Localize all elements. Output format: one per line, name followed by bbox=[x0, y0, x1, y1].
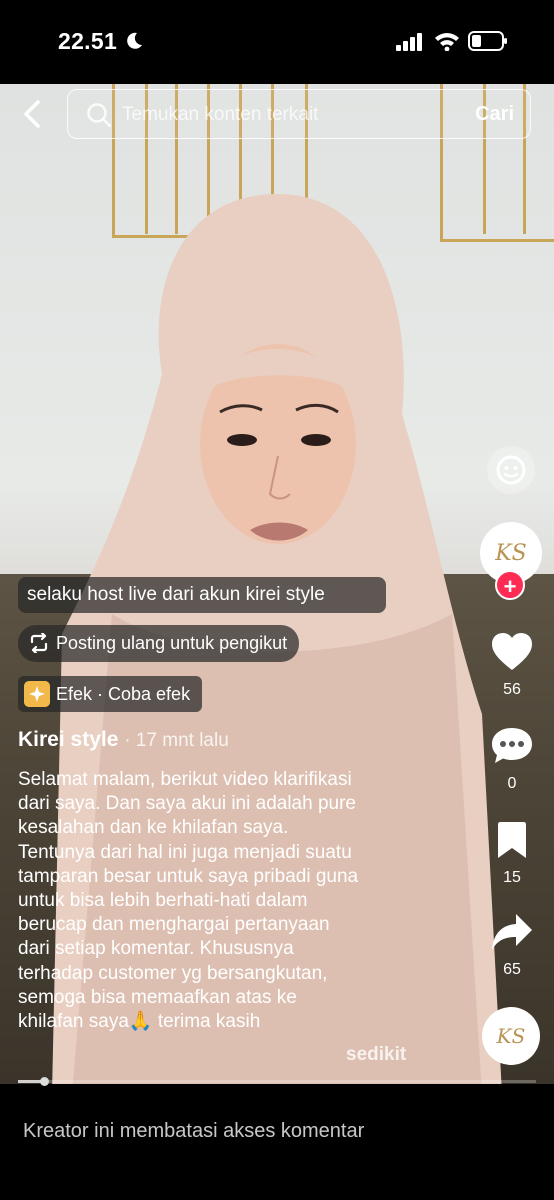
comment-button[interactable]: 0 bbox=[484, 726, 540, 793]
progress-handle[interactable] bbox=[39, 1077, 49, 1086]
search-input[interactable]: Temukan konten terkait bbox=[122, 104, 318, 126]
caption-line: kesalahan dan ke khilafan saya. bbox=[18, 817, 289, 839]
wifi-icon bbox=[435, 33, 459, 51]
moon-icon bbox=[127, 32, 142, 49]
share-count: 65 bbox=[503, 961, 521, 978]
like-count: 56 bbox=[503, 681, 521, 698]
avatar-logo-text: KS bbox=[495, 540, 527, 566]
video-progress-bar[interactable] bbox=[18, 1077, 536, 1086]
caption-line: tamparan besar untuk saya pribadi guna bbox=[18, 865, 359, 887]
share-icon bbox=[492, 914, 532, 950]
status-time: 22.51 bbox=[58, 28, 118, 54]
comment-count: 0 bbox=[507, 775, 517, 792]
follow-button[interactable]: + bbox=[495, 570, 525, 600]
comment-bar: Kreator ini membatasi akses komentar bbox=[0, 1088, 554, 1200]
battery-icon bbox=[468, 31, 507, 51]
avatar-logo-text: KS bbox=[496, 1024, 526, 1048]
caption-chip: selaku host live dari akun kirei style bbox=[18, 577, 386, 613]
caption-line: Selamat malam, berikut video klarifikasi bbox=[18, 769, 352, 790]
caption-line: terhadap customer yg bersangkutan, bbox=[18, 962, 328, 984]
caption-line: berucap dan menghargai pertanyaan bbox=[18, 914, 330, 936]
repost-button[interactable]: Posting ulang untuk pengikut bbox=[18, 625, 300, 662]
author-name[interactable]: Kirei style bbox=[18, 728, 118, 751]
effect-label: Efek · Coba efek bbox=[56, 684, 191, 704]
sound-avatar[interactable]: KS bbox=[482, 1007, 540, 1065]
share-button[interactable]: 65 bbox=[484, 912, 540, 979]
search-icon bbox=[87, 103, 112, 128]
repost-icon bbox=[30, 633, 48, 653]
status-bar: 22.51 bbox=[0, 0, 554, 84]
caption-line: untuk bisa lebih berhati-hati dalam bbox=[18, 890, 308, 912]
heart-icon bbox=[492, 633, 532, 670]
caption-line: khilafan saya🙏 terima kasih bbox=[18, 1011, 261, 1033]
save-count: 15 bbox=[503, 869, 521, 886]
save-button[interactable]: 15 bbox=[484, 820, 540, 887]
post-time: · 17 mnt lalu bbox=[124, 730, 229, 751]
back-icon[interactable] bbox=[18, 98, 48, 130]
caption-line: Tentunya dari hal ini juga menjadi suatu bbox=[18, 841, 352, 863]
comment-restricted-notice: Kreator ini membatasi akses komentar bbox=[23, 1120, 365, 1142]
author-line: Kirei style · 17 mnt lalu bbox=[18, 728, 229, 752]
effect-chip[interactable]: Efek · Coba efek bbox=[18, 676, 203, 712]
signal-icon bbox=[396, 33, 422, 51]
caption-line: semoga bisa memaafkan atas ke bbox=[18, 986, 297, 1008]
bookmark-icon bbox=[498, 822, 526, 858]
effect-icon bbox=[24, 681, 50, 707]
caption-line: dari setiap komentar. Khususnya bbox=[18, 938, 294, 960]
post-caption: Selamat malam, berikut video klarifikasi… bbox=[18, 768, 448, 1034]
comment-icon bbox=[492, 728, 532, 763]
like-button[interactable]: 56 bbox=[484, 632, 540, 699]
search-button[interactable]: Cari bbox=[475, 103, 514, 126]
face-icon bbox=[496, 455, 526, 485]
face-effect-button[interactable] bbox=[487, 446, 535, 494]
caption-line: dari saya. Dan saya akui ini adalah pure bbox=[18, 793, 356, 815]
show-less-button[interactable]: sedikit bbox=[346, 1044, 406, 1066]
search-bar[interactable]: Temukan konten terkait Cari bbox=[67, 89, 531, 139]
repost-label: Posting ulang untuk pengikut bbox=[56, 633, 288, 653]
